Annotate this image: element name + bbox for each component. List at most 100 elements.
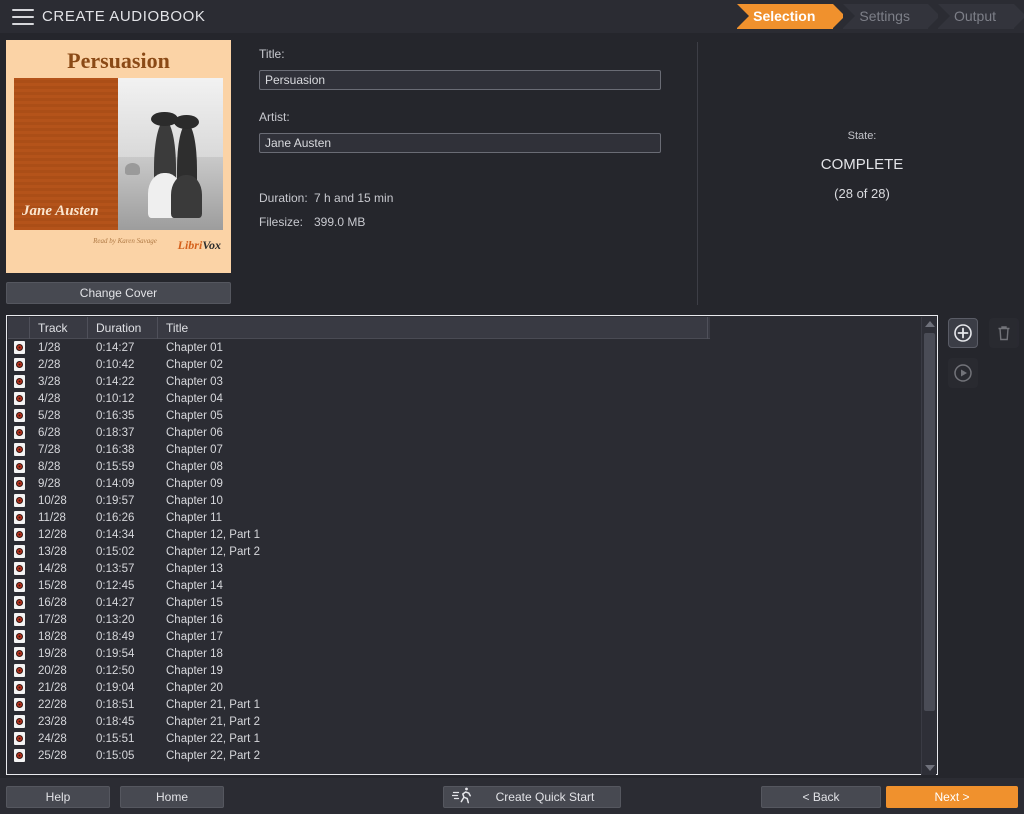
track-number: 13/28: [38, 545, 67, 558]
track-title: Chapter 22, Part 2: [166, 749, 260, 762]
table-row[interactable]: 11/28 0:16:26 Chapter 11: [8, 509, 916, 526]
track-duration: 0:16:35: [96, 409, 135, 422]
table-row[interactable]: 21/28 0:19:04 Chapter 20: [8, 679, 916, 696]
table-row[interactable]: 12/28 0:14:34 Chapter 12, Part 1: [8, 526, 916, 543]
step-output[interactable]: Output: [937, 4, 1024, 29]
track-title: Chapter 09: [166, 477, 223, 490]
track-duration: 0:18:49: [96, 630, 135, 643]
disc-icon: [8, 528, 30, 541]
track-duration: 0:14:27: [96, 341, 135, 354]
help-button[interactable]: Help: [6, 786, 110, 808]
column-header-icon[interactable]: [8, 317, 30, 339]
scroll-down-icon[interactable]: [922, 761, 937, 775]
disc-icon: [8, 647, 30, 660]
track-title: Chapter 21, Part 2: [166, 715, 260, 728]
track-duration: 0:18:51: [96, 698, 135, 711]
change-cover-button[interactable]: Change Cover: [6, 282, 231, 304]
table-row[interactable]: 3/28 0:14:22 Chapter 03: [8, 373, 916, 390]
track-number: 20/28: [38, 664, 67, 677]
track-title: Chapter 12, Part 2: [166, 545, 260, 558]
home-button[interactable]: Home: [120, 786, 224, 808]
wizard-steps: Selection Settings Output: [737, 4, 1024, 29]
track-list-scrollbar[interactable]: [921, 317, 936, 775]
hamburger-icon[interactable]: [12, 9, 34, 25]
play-circle-icon: [954, 364, 972, 382]
next-button[interactable]: Next >: [886, 786, 1018, 808]
column-header-title[interactable]: Title: [158, 317, 708, 339]
state-panel: State: COMPLETE (28 of 28): [700, 130, 1024, 201]
table-row[interactable]: 23/28 0:18:45 Chapter 21, Part 2: [8, 713, 916, 730]
table-row[interactable]: 4/28 0:10:12 Chapter 04: [8, 390, 916, 407]
table-row[interactable]: 8/28 0:15:59 Chapter 08: [8, 458, 916, 475]
add-track-button[interactable]: [948, 318, 978, 348]
duration-label: Duration:: [259, 191, 308, 205]
disc-icon: [8, 341, 30, 354]
table-row[interactable]: 14/28 0:13:57 Chapter 13: [8, 560, 916, 577]
track-title: Chapter 20: [166, 681, 223, 694]
artist-input[interactable]: [259, 133, 661, 153]
disc-icon: [8, 681, 30, 694]
disc-icon: [8, 426, 30, 439]
column-header-duration[interactable]: Duration: [88, 317, 158, 339]
top-bar: CREATE AUDIOBOOK Selection Settings Outp…: [0, 0, 1024, 33]
table-row[interactable]: 13/28 0:15:02 Chapter 12, Part 2: [8, 543, 916, 560]
table-row[interactable]: 24/28 0:15:51 Chapter 22, Part 1: [8, 730, 916, 747]
track-number: 17/28: [38, 613, 67, 626]
cover-color-block: Jane Austen: [14, 78, 118, 230]
table-row[interactable]: 15/28 0:12:45 Chapter 14: [8, 577, 916, 594]
track-title: Chapter 15: [166, 596, 223, 609]
track-title: Chapter 07: [166, 443, 223, 456]
table-row[interactable]: 17/28 0:13:20 Chapter 16: [8, 611, 916, 628]
track-number: 23/28: [38, 715, 67, 728]
table-row[interactable]: 19/28 0:19:54 Chapter 18: [8, 645, 916, 662]
create-quick-start-label: Create Quick Start: [495, 790, 595, 804]
cover-illustration: [118, 78, 223, 230]
track-list-panel: Track Duration Title 1/28 0:14:27 Chapter …: [6, 315, 938, 775]
track-number: 14/28: [38, 562, 67, 575]
table-row[interactable]: 5/28 0:16:35 Chapter 05: [8, 407, 916, 424]
disc-icon: [8, 664, 30, 677]
column-header-track[interactable]: Track: [30, 317, 88, 339]
track-list-header: Track Duration Title: [8, 317, 710, 339]
table-row[interactable]: 1/28 0:14:27 Chapter 01: [8, 339, 916, 356]
table-row[interactable]: 7/28 0:16:38 Chapter 07: [8, 441, 916, 458]
track-title: Chapter 11: [166, 511, 223, 524]
table-row[interactable]: 2/28 0:10:42 Chapter 02: [8, 356, 916, 373]
duration-value: 7 h and 15 min: [314, 191, 394, 205]
disc-icon: [8, 545, 30, 558]
table-row[interactable]: 25/28 0:15:05 Chapter 22, Part 2: [8, 747, 916, 764]
track-title: Chapter 16: [166, 613, 223, 626]
track-title: Chapter 12, Part 1: [166, 528, 260, 541]
track-number: 5/28: [38, 409, 61, 422]
track-title: Chapter 10: [166, 494, 223, 507]
disc-icon: [8, 613, 30, 626]
step-selection[interactable]: Selection: [737, 4, 846, 29]
table-row[interactable]: 9/28 0:14:09 Chapter 09: [8, 475, 916, 492]
table-row[interactable]: 16/28 0:14:27 Chapter 15: [8, 594, 916, 611]
track-duration: 0:13:57: [96, 562, 135, 575]
track-title: Chapter 04: [166, 392, 223, 405]
librivox-logo: LibriVox: [178, 238, 221, 253]
scrollbar-thumb[interactable]: [924, 333, 935, 711]
librivox-logo-part2: Vox: [202, 238, 221, 252]
step-settings[interactable]: Settings: [843, 4, 940, 29]
runner-icon: [452, 787, 471, 804]
track-duration: 0:10:12: [96, 392, 135, 405]
table-row[interactable]: 20/28 0:12:50 Chapter 19: [8, 662, 916, 679]
table-row[interactable]: 22/28 0:18:51 Chapter 21, Part 1: [8, 696, 916, 713]
track-number: 22/28: [38, 698, 67, 711]
track-title: Chapter 19: [166, 664, 223, 677]
scroll-up-icon[interactable]: [922, 317, 937, 331]
track-number: 4/28: [38, 392, 61, 405]
title-input[interactable]: [259, 70, 661, 90]
cover-image[interactable]: Persuasion Jane Austen Read by Karen Sav…: [6, 40, 231, 273]
table-row[interactable]: 18/28 0:18:49 Chapter 17: [8, 628, 916, 645]
track-list-rows[interactable]: 1/28 0:14:27 Chapter 01 2/28 0:10:42 Chapter …: [8, 339, 916, 774]
cover-readby: Read by Karen Savage: [93, 237, 157, 245]
table-row[interactable]: 10/28 0:19:57 Chapter 10: [8, 492, 916, 509]
track-number: 8/28: [38, 460, 61, 473]
track-duration: 0:14:09: [96, 477, 135, 490]
track-title: Chapter 13: [166, 562, 223, 575]
table-row[interactable]: 6/28 0:18:37 Chapter 06: [8, 424, 916, 441]
back-button[interactable]: < Back: [761, 786, 881, 808]
